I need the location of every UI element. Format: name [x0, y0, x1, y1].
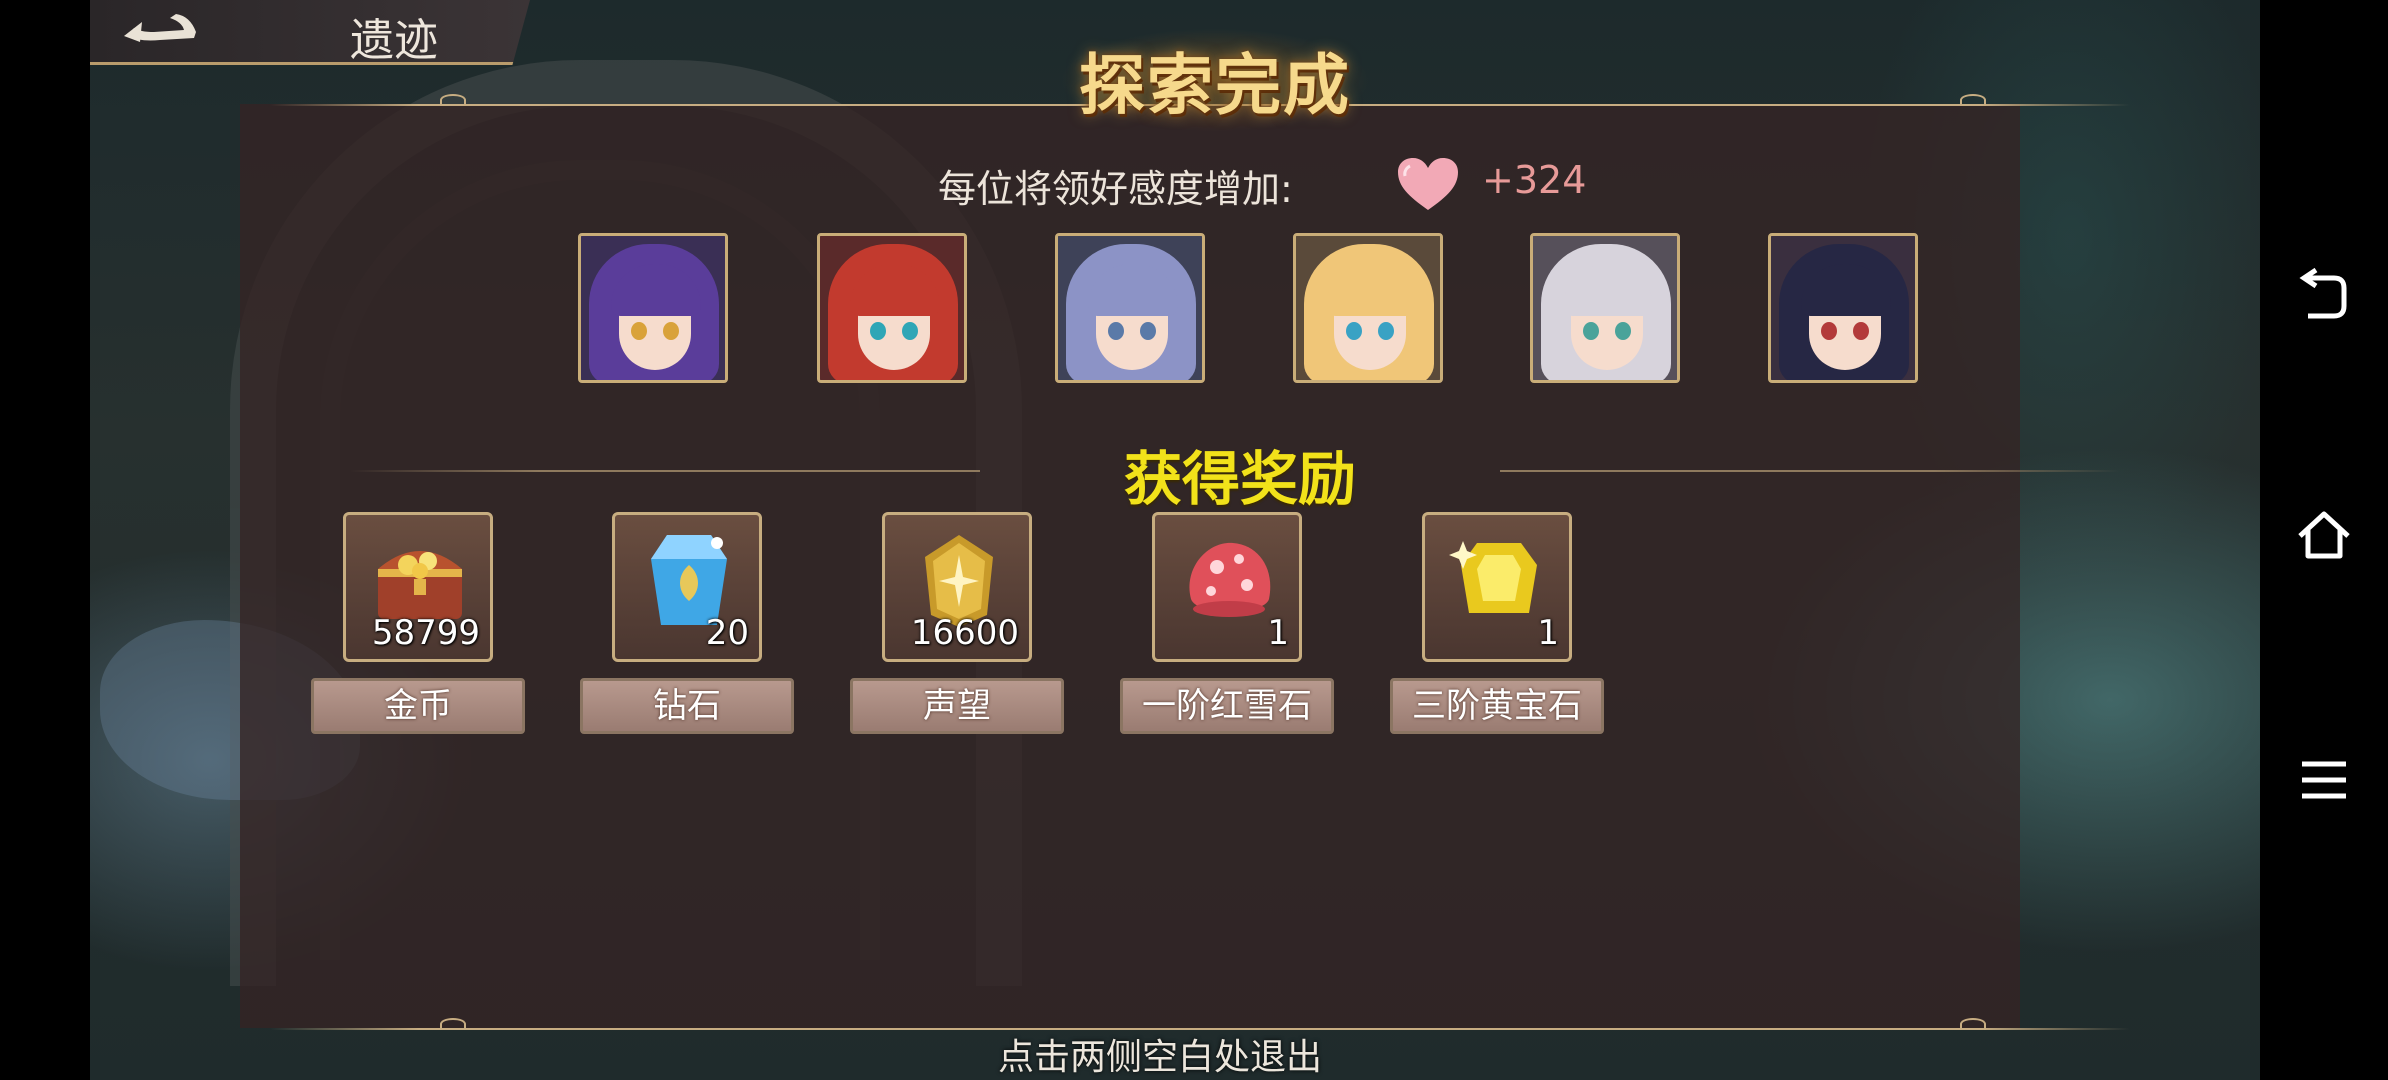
reward-name-label: 声望 [850, 678, 1064, 734]
reward-count: 20 [705, 613, 749, 653]
hero-portrait[interactable] [817, 233, 967, 383]
reward-item[interactable]: 1 [1422, 512, 1572, 662]
reward-name-label: 钻石 [580, 678, 794, 734]
menu-nav-icon[interactable] [2294, 750, 2354, 810]
ornament-left-top [440, 94, 466, 106]
back-arrow-icon[interactable] [120, 6, 200, 50]
reward-item[interactable]: 58799 [343, 512, 493, 662]
ornament-right-bottom [1960, 1018, 1986, 1030]
location-title: 遗迹 [350, 15, 438, 66]
reward-count: 1 [1537, 613, 1559, 653]
hero-portrait[interactable] [1293, 233, 1443, 383]
hero-portrait[interactable] [1768, 233, 1918, 383]
exploration-complete-title: 探索完成 [1079, 46, 1351, 124]
hero-portrait[interactable] [578, 233, 728, 383]
rewards-divider-right [1500, 470, 2120, 472]
reward-item[interactable]: 20 [612, 512, 762, 662]
system-nav-bar [2260, 0, 2388, 1080]
rewards-title: 获得奖励 [1123, 445, 1356, 513]
home-nav-icon[interactable] [2294, 506, 2354, 566]
ornament-right-top [1960, 94, 1986, 106]
ornament-left-bottom [440, 1018, 466, 1030]
reward-count: 58799 [371, 613, 480, 653]
hero-portrait[interactable] [1530, 233, 1680, 383]
reward-name-label: 一阶红雪石 [1120, 678, 1334, 734]
reward-count: 16600 [910, 613, 1019, 653]
rewards-divider-left [350, 470, 980, 472]
back-nav-icon[interactable] [2294, 266, 2354, 326]
reward-item[interactable]: 1 [1152, 512, 1302, 662]
heart-icon [1398, 158, 1458, 210]
affection-value: +324 [1482, 158, 1587, 202]
reward-name-label: 金币 [311, 678, 525, 734]
reward-name-label: 三阶黄宝石 [1390, 678, 1604, 734]
title-banner: 探索完成 [1060, 28, 1370, 132]
hero-portrait[interactable] [1055, 233, 1205, 383]
affection-label: 每位将领好感度增加: [938, 167, 1293, 211]
reward-count: 1 [1267, 613, 1289, 653]
reward-item[interactable]: 16600 [882, 512, 1032, 662]
exit-hint: 点击两侧空白处退出 [997, 1037, 1322, 1078]
